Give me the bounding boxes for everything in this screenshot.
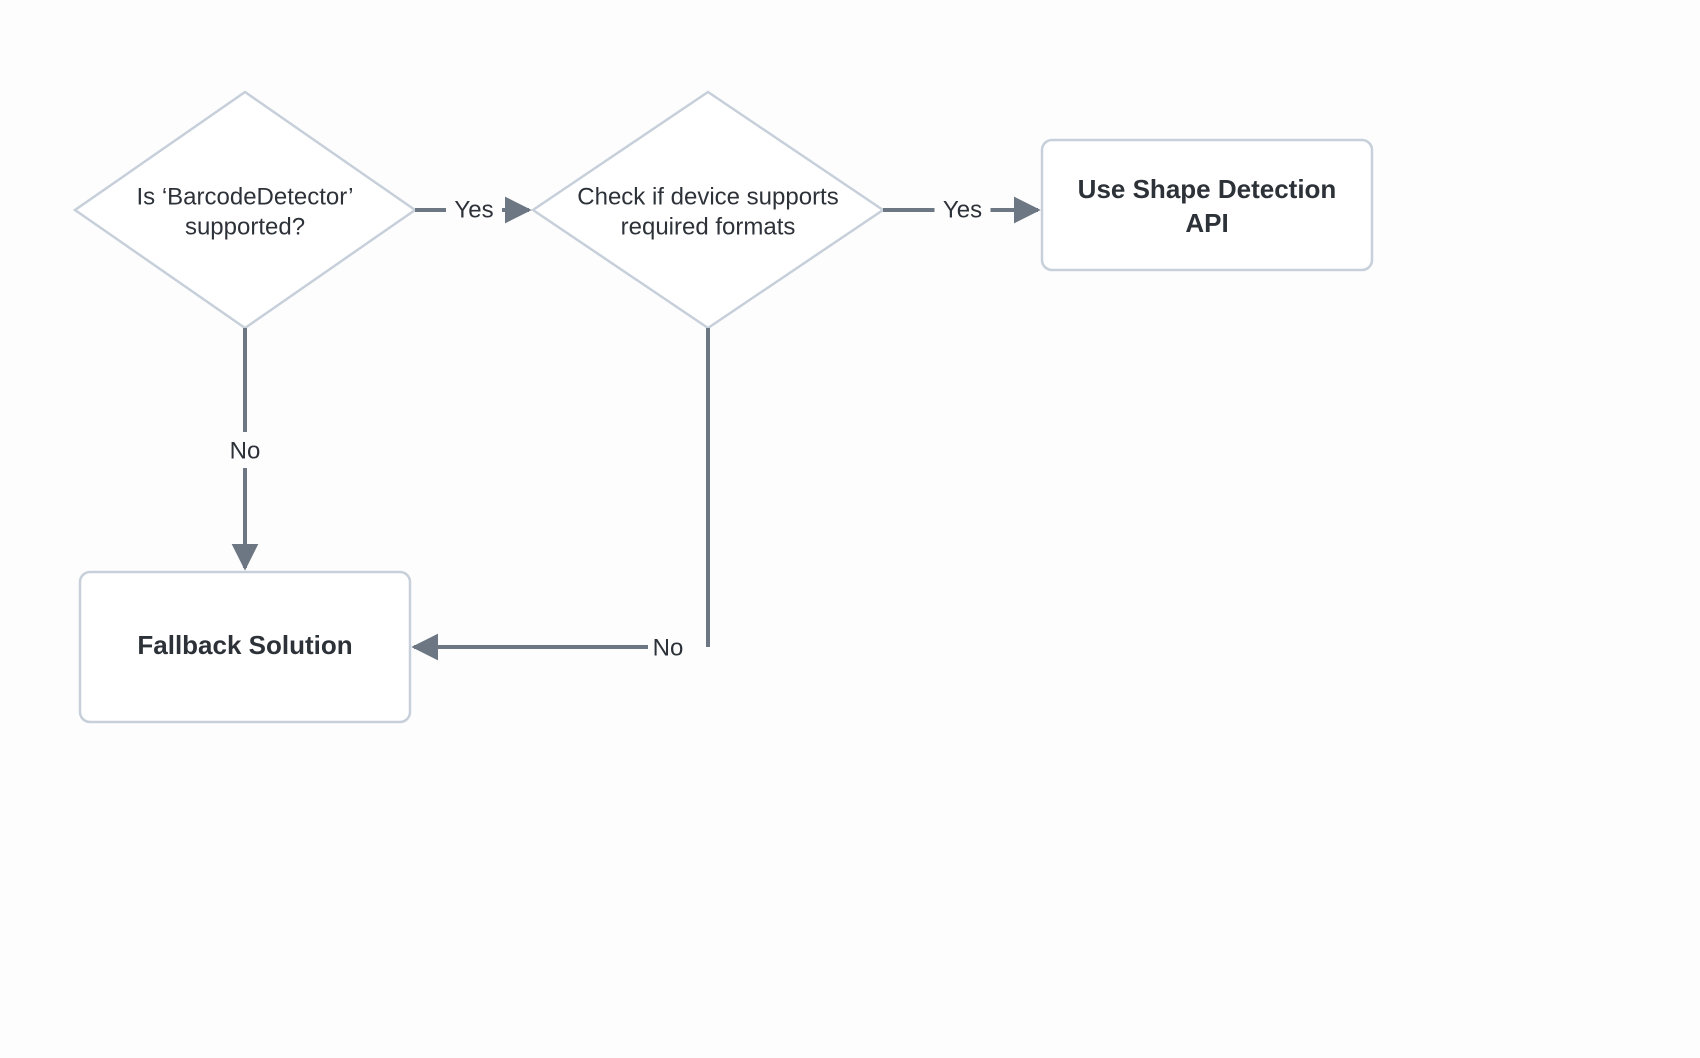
svg-text:required formats: required formats: [621, 213, 796, 240]
svg-text:supported?: supported?: [185, 213, 305, 240]
svg-text:Yes: Yes: [943, 196, 982, 223]
decision-barcodedetector-supported: Is ‘BarcodeDetector’ supported?: [75, 92, 415, 328]
svg-text:Yes: Yes: [454, 196, 493, 223]
svg-text:No: No: [230, 437, 261, 464]
edge-d1-no: No: [230, 328, 261, 568]
edge-d2-no: No: [414, 328, 708, 661]
decision-device-supports-formats: Check if device supports required format…: [533, 92, 883, 328]
svg-text:Is ‘BarcodeDetector’: Is ‘BarcodeDetector’: [137, 183, 354, 210]
svg-text:Fallback Solution: Fallback Solution: [137, 630, 352, 660]
edge-d1-yes: Yes: [415, 196, 529, 223]
result-use-shape-detection-api: Use Shape Detection API: [1042, 140, 1372, 270]
svg-text:Use Shape Detection: Use Shape Detection: [1078, 174, 1337, 204]
svg-text:Check if device supports: Check if device supports: [577, 183, 838, 210]
result-fallback-solution: Fallback Solution: [80, 572, 410, 722]
edge-d2-yes: Yes: [883, 196, 1038, 223]
svg-text:No: No: [653, 634, 684, 661]
flowchart: Is ‘BarcodeDetector’ supported? Check if…: [0, 0, 1700, 1058]
svg-text:API: API: [1185, 208, 1228, 238]
